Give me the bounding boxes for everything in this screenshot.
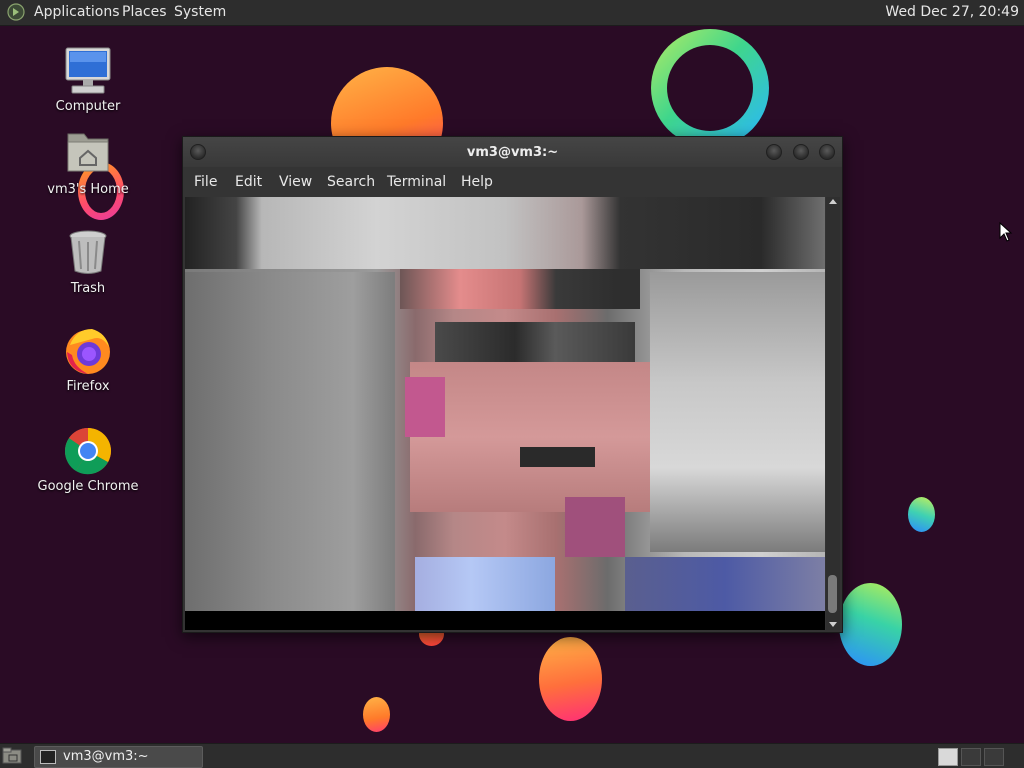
menu-terminal[interactable]: Terminal [387,174,446,190]
maximize-button[interactable] [793,144,809,160]
desktop: Applications Places System Wed Dec 27, 2… [0,0,1024,768]
workspace-switcher-3[interactable] [984,748,1004,766]
menu-help[interactable]: Help [461,174,493,190]
system-menu[interactable]: System [174,4,226,20]
taskbar-item-label: vm3@vm3:~ [63,749,149,764]
desktop-icon-label: Computer [55,99,121,114]
wallpaper-bubble [839,583,902,666]
terminal-menubar: File Edit View Search Terminal Help [183,167,842,197]
clock[interactable]: Wed Dec 27, 20:49 [885,4,1019,20]
terminal-window: vm3@vm3:~ File Edit View Search Terminal… [182,136,843,633]
wallpaper-bubble [908,497,935,532]
desktop-icon-home[interactable]: vm3's Home [28,128,148,197]
workspace-switcher-2[interactable] [961,748,981,766]
bottom-panel: vm3@vm3:~ [0,743,1024,768]
desktop-icon-label: Trash [70,281,106,296]
window-title: vm3@vm3:~ [466,145,559,160]
menu-file[interactable]: File [194,174,217,190]
desktop-icon-chrome[interactable]: Google Chrome [28,425,148,494]
wallpaper-ring [651,29,769,147]
desktop-icon-label: Firefox [66,379,110,394]
menu-edit[interactable]: Edit [235,174,262,190]
workspace-switcher-1[interactable] [938,748,958,766]
terminal-icon [40,750,56,764]
show-desktop-icon[interactable] [2,747,22,765]
close-button[interactable] [819,144,835,160]
minimize-button[interactable] [766,144,782,160]
desktop-icon-computer[interactable]: Computer [28,45,148,114]
pixelated-image [185,197,825,611]
menu-search[interactable]: Search [327,174,375,190]
scroll-thumb[interactable] [828,575,837,613]
home-folder-icon [67,133,109,172]
computer-icon [65,47,111,94]
menu-view[interactable]: View [279,174,312,190]
places-menu[interactable]: Places [122,4,167,20]
applications-menu[interactable]: Applications [34,4,120,20]
taskbar-item-terminal[interactable]: vm3@vm3:~ [34,746,203,768]
top-panel: Applications Places System Wed Dec 27, 2… [0,0,1024,26]
chrome-icon [64,428,111,475]
wallpaper-bubble [539,637,602,721]
firefox-icon [66,329,110,374]
wallpaper-bubble [363,697,390,732]
desktop-icon-label: Google Chrome [37,479,139,494]
desktop-icon-trash[interactable]: Trash [28,227,148,296]
desktop-icon-label: vm3's Home [47,182,129,197]
terminal-scrollbar[interactable] [826,197,840,630]
window-titlebar[interactable]: vm3@vm3:~ [183,137,842,167]
terminal-content[interactable] [185,197,825,630]
desktop-icon-firefox[interactable]: Firefox [28,325,148,394]
scroll-up-icon[interactable] [829,199,837,204]
trash-icon [69,230,107,274]
distro-logo-icon[interactable] [7,3,25,21]
scroll-down-icon[interactable] [829,622,837,627]
mouse-pointer-icon [999,222,1013,242]
